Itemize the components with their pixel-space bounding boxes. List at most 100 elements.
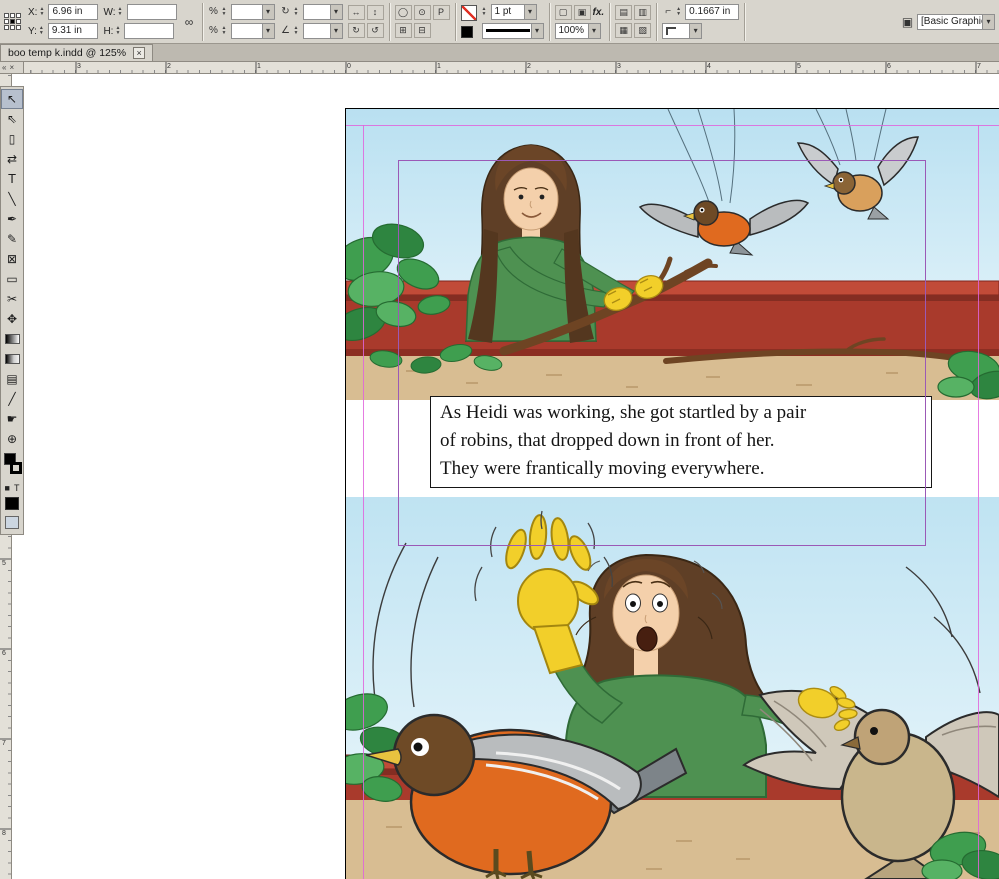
rectangle-frame-tool[interactable]: ⊠ — [1, 249, 23, 269]
hand-tool[interactable]: ☛ — [1, 409, 23, 429]
x-stepper[interactable] — [39, 7, 46, 17]
rectangle-tool[interactable]: ▭ — [1, 269, 23, 289]
selection-tool[interactable]: ↖ — [1, 89, 23, 109]
corner-close-icon[interactable]: × — [9, 63, 14, 72]
margin-guide-left[interactable] — [363, 125, 364, 879]
rotate-ccw-button[interactable]: ↺ — [366, 23, 384, 38]
pencil-tool[interactable]: ✎ — [1, 229, 23, 249]
divider — [548, 2, 550, 41]
y-input[interactable]: 9.31 in — [47, 23, 98, 39]
wrap-jump-button[interactable]: ▧ — [634, 23, 652, 38]
type-tool[interactable]: T — [1, 169, 23, 189]
scale-y-input[interactable] — [230, 23, 275, 39]
selected-frame-edge[interactable] — [398, 160, 926, 546]
tools-list: ↖ ⇖ ▯ ⇄ T ╲ ✒ ✎ ⊠ ▭ ✂ ✥ ▤ ╱ ☛ ⊕ — [1, 89, 23, 449]
pen-tool[interactable]: ✒ — [1, 209, 23, 229]
stroke-weight-select[interactable]: 1 pt — [490, 4, 537, 20]
gradient-swatch-tool[interactable] — [1, 329, 23, 349]
corner-radius-stepper[interactable] — [676, 7, 683, 17]
proxy-dot[interactable] — [10, 13, 15, 18]
rotate-cw-button[interactable]: ↻ — [347, 23, 365, 38]
x-input[interactable]: 6.96 in — [48, 4, 99, 20]
page-tool[interactable]: ▯ — [1, 129, 23, 149]
flip-vertical-button[interactable]: ↕ — [366, 5, 384, 20]
collapse-dock-icon[interactable]: « — [2, 63, 6, 72]
opacity-select[interactable]: 100% — [554, 22, 601, 39]
tab-close-button[interactable]: × — [133, 47, 146, 59]
gradient-swatch-tool-swatch — [4, 334, 20, 344]
document-tab[interactable]: boo temp k.indd @ 125% × — [0, 44, 154, 61]
h-input[interactable] — [124, 23, 175, 39]
screen-mode-button[interactable] — [5, 516, 19, 529]
proxy-dot[interactable] — [4, 13, 9, 18]
corner-shape-select[interactable] — [662, 23, 703, 39]
preview-a-button[interactable]: ▢ — [554, 4, 572, 20]
stroke-none-swatch[interactable] — [460, 5, 477, 21]
margin-guide-top[interactable] — [346, 125, 999, 126]
formatting-affects-container-button[interactable]: ■ — [5, 483, 10, 493]
wrap-shape-button[interactable]: ▦ — [615, 23, 633, 38]
select-container-button[interactable]: ◯ — [394, 5, 412, 20]
horizontal-ruler[interactable]: 3 2 1 0 1 2 3 4 5 6 7 — [0, 62, 999, 74]
h-label: H: — [103, 25, 114, 37]
h-ruler-number: 3 — [617, 63, 621, 70]
proxy-dot-selected[interactable] — [10, 19, 15, 24]
shear-stepper[interactable] — [294, 26, 301, 36]
line-tool[interactable]: ╲ — [1, 189, 23, 209]
wrap-bounding-button[interactable]: ▥ — [634, 5, 652, 20]
corner-radius-input[interactable]: 0.1667 in — [685, 4, 740, 20]
gradient-feather-tool[interactable] — [1, 349, 23, 369]
divider — [656, 2, 658, 41]
v-ruler-number: 5 — [2, 560, 6, 567]
fill-stroke-swatches[interactable] — [2, 452, 24, 480]
wrap-none-button[interactable]: ▤ — [615, 5, 633, 20]
h-ruler-number: 1 — [437, 63, 441, 70]
reference-point-proxy[interactable] — [4, 13, 21, 30]
stroke-weight-stepper[interactable] — [482, 7, 489, 17]
h-ruler-number: 7 — [977, 63, 981, 70]
page-edge-left — [345, 108, 346, 879]
control-panel: X: 6.96 in Y: 9.31 in W: H: ∞ — [0, 0, 999, 44]
free-transform-tool[interactable]: ✥ — [1, 309, 23, 329]
proxy-dot[interactable] — [16, 25, 21, 30]
paragraph-frame-button[interactable]: P — [432, 5, 450, 20]
document-canvas[interactable]: 5678 As Heidi was working, she got start… — [0, 74, 999, 879]
eyedropper-tool[interactable]: ╱ — [1, 389, 23, 409]
shear-angle-input[interactable] — [302, 23, 343, 39]
proxy-dot[interactable] — [4, 25, 9, 30]
margin-guide-right[interactable] — [978, 125, 979, 879]
preview-b-button[interactable]: ▣ — [573, 4, 591, 20]
constrain-link-icon[interactable]: ∞ — [182, 15, 197, 29]
zoom-tool[interactable]: ⊕ — [1, 429, 23, 449]
proxy-dot[interactable] — [4, 19, 9, 24]
divider — [201, 2, 203, 41]
note-tool[interactable]: ▤ — [1, 369, 23, 389]
formatting-affects-text-button[interactable]: T — [14, 483, 20, 493]
w-input[interactable] — [126, 4, 177, 20]
fill-black-swatch[interactable] — [460, 26, 473, 38]
object-style-select[interactable]: [Basic Graphics — [917, 13, 995, 30]
h-stepper[interactable] — [115, 26, 122, 36]
scale-x-input[interactable] — [230, 4, 275, 20]
flip-horizontal-button[interactable]: ↔ — [347, 5, 365, 20]
scale-y-stepper[interactable] — [222, 26, 229, 36]
structure-up-button[interactable]: ⊞ — [394, 23, 412, 38]
proxy-dot[interactable] — [10, 25, 15, 30]
scale-x-stepper[interactable] — [222, 7, 229, 17]
structure-down-button[interactable]: ⊟ — [413, 23, 431, 38]
proxy-dot[interactable] — [16, 19, 21, 24]
stroke-swatch[interactable] — [10, 462, 22, 474]
stroke-type-select[interactable] — [481, 23, 544, 39]
rotation-angle-input[interactable] — [302, 4, 343, 20]
select-content-button[interactable]: ⊙ — [413, 5, 431, 20]
ruler-corner[interactable]: « × — [0, 62, 24, 74]
apply-color-button[interactable] — [5, 497, 19, 510]
y-stepper[interactable] — [39, 26, 46, 36]
scissors-tool[interactable]: ✂ — [1, 289, 23, 309]
gap-tool[interactable]: ⇄ — [1, 149, 23, 169]
rotation-stepper[interactable] — [294, 7, 301, 17]
w-stepper[interactable] — [118, 7, 125, 17]
effects-button[interactable]: fx. — [593, 7, 605, 18]
proxy-dot[interactable] — [16, 13, 21, 18]
direct-selection-tool[interactable]: ⇖ — [1, 109, 23, 129]
